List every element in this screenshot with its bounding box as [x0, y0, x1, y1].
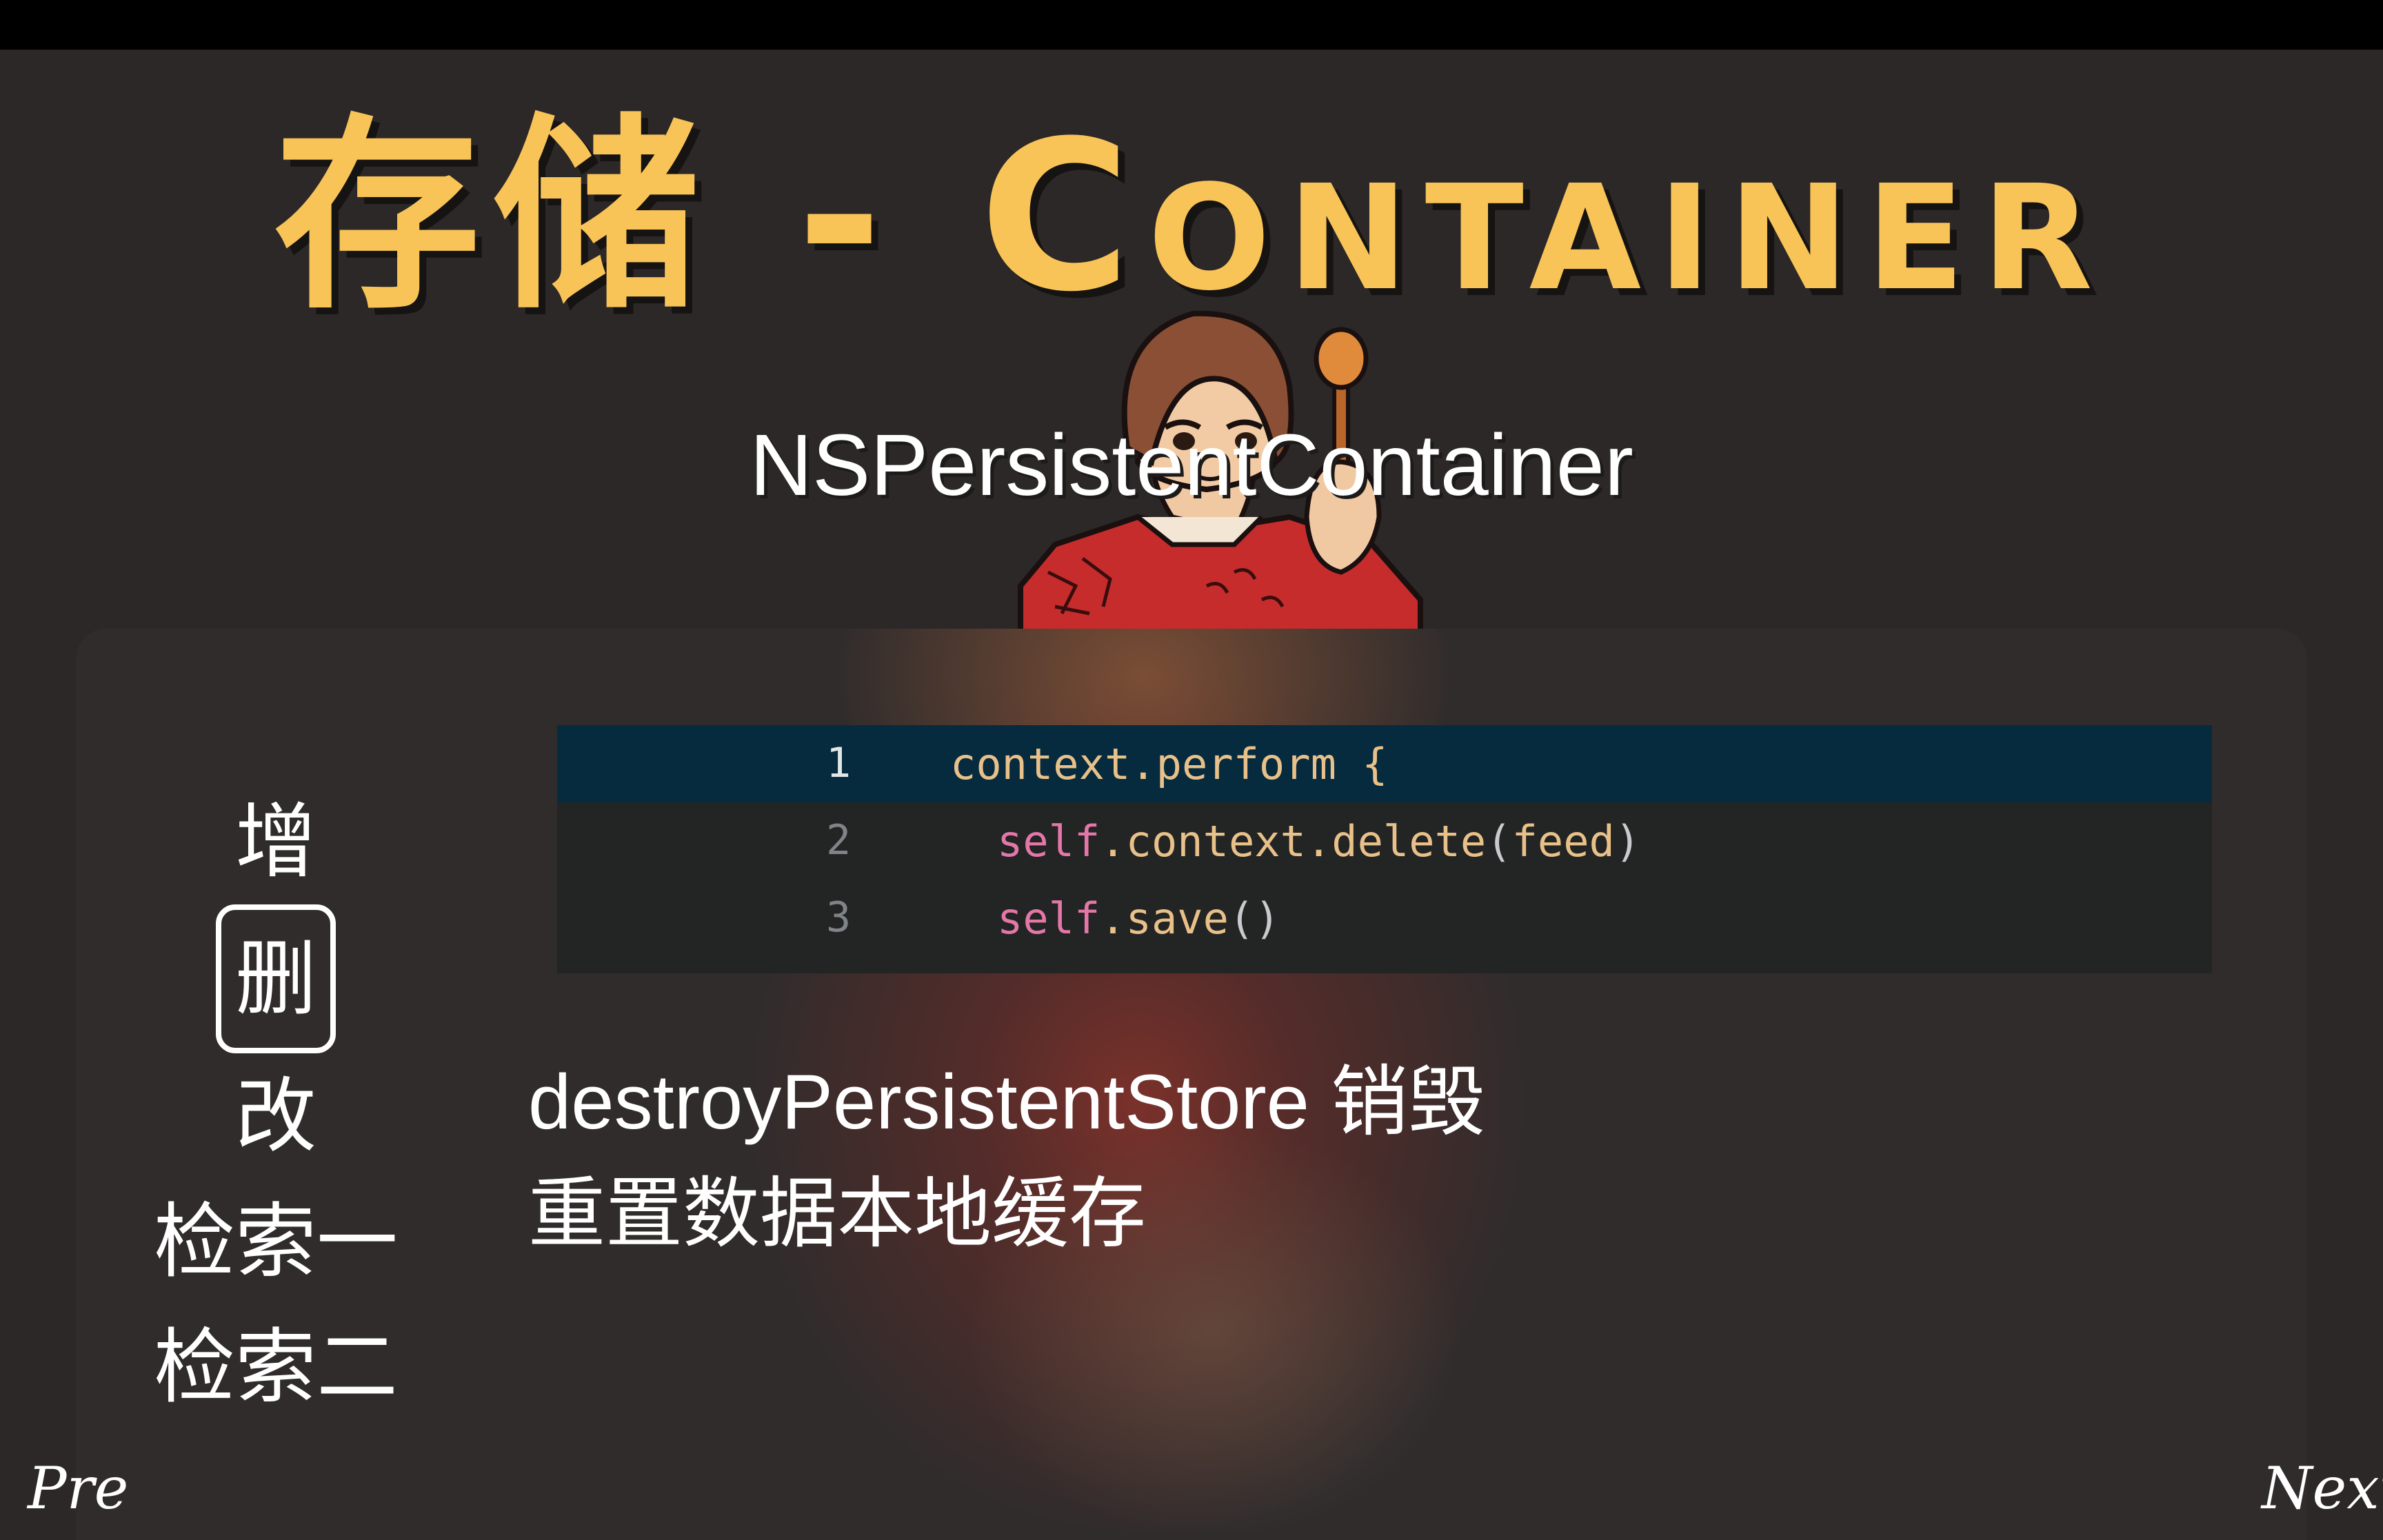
code-token: ( [1486, 816, 1512, 867]
code-line: 3 self.save() [557, 880, 2212, 957]
code-token: .context.delete [1100, 816, 1487, 867]
menu-item[interactable]: 检索二 [124, 1304, 428, 1430]
code-token: .save [1100, 893, 1229, 944]
code-editor: 1 context.perform { 2 self.context.delete(f… [557, 725, 2212, 973]
top-black-bar [0, 0, 2383, 50]
code-text: self.context.delete(feed) [997, 816, 1640, 867]
code-text: self.save() [997, 893, 1280, 944]
code-token: ) [1614, 816, 1641, 867]
prev-button[interactable]: Pre [28, 1455, 128, 1522]
slide-title-latin: Container [979, 97, 2110, 337]
slide-title: 存储 - Container [0, 103, 2383, 331]
slide-title-cjk: 存储 - [273, 97, 980, 337]
menu-item[interactable]: 删 [216, 904, 336, 1053]
menu-item[interactable]: 检索一 [124, 1179, 428, 1304]
code-line: 2 self.context.delete(feed) [557, 802, 2212, 880]
code-token: feed [1511, 816, 1615, 867]
code-line: 1 context.perform { [557, 725, 2212, 802]
code-text: context.perform { [950, 739, 1388, 789]
description-text: destroyPersistentStore 销毁重置数据本地缓存 [528, 1059, 1486, 1257]
slide-subtitle: NSPersistentContainer [750, 416, 1633, 514]
code-token: self [997, 893, 1100, 944]
line-number: 2 [826, 816, 852, 864]
line-number: 3 [826, 893, 852, 942]
line-number: 1 [826, 739, 852, 787]
code-token: self [997, 816, 1100, 867]
operation-menu: 增删改检索一 检索二 [124, 779, 428, 1430]
code-token: () [1228, 893, 1280, 944]
next-button[interactable]: Next [2262, 1455, 2383, 1522]
menu-item[interactable]: 改 [124, 1053, 428, 1179]
menu-item[interactable]: 增 [124, 779, 428, 904]
code-token: context.perform { [950, 739, 1388, 789]
